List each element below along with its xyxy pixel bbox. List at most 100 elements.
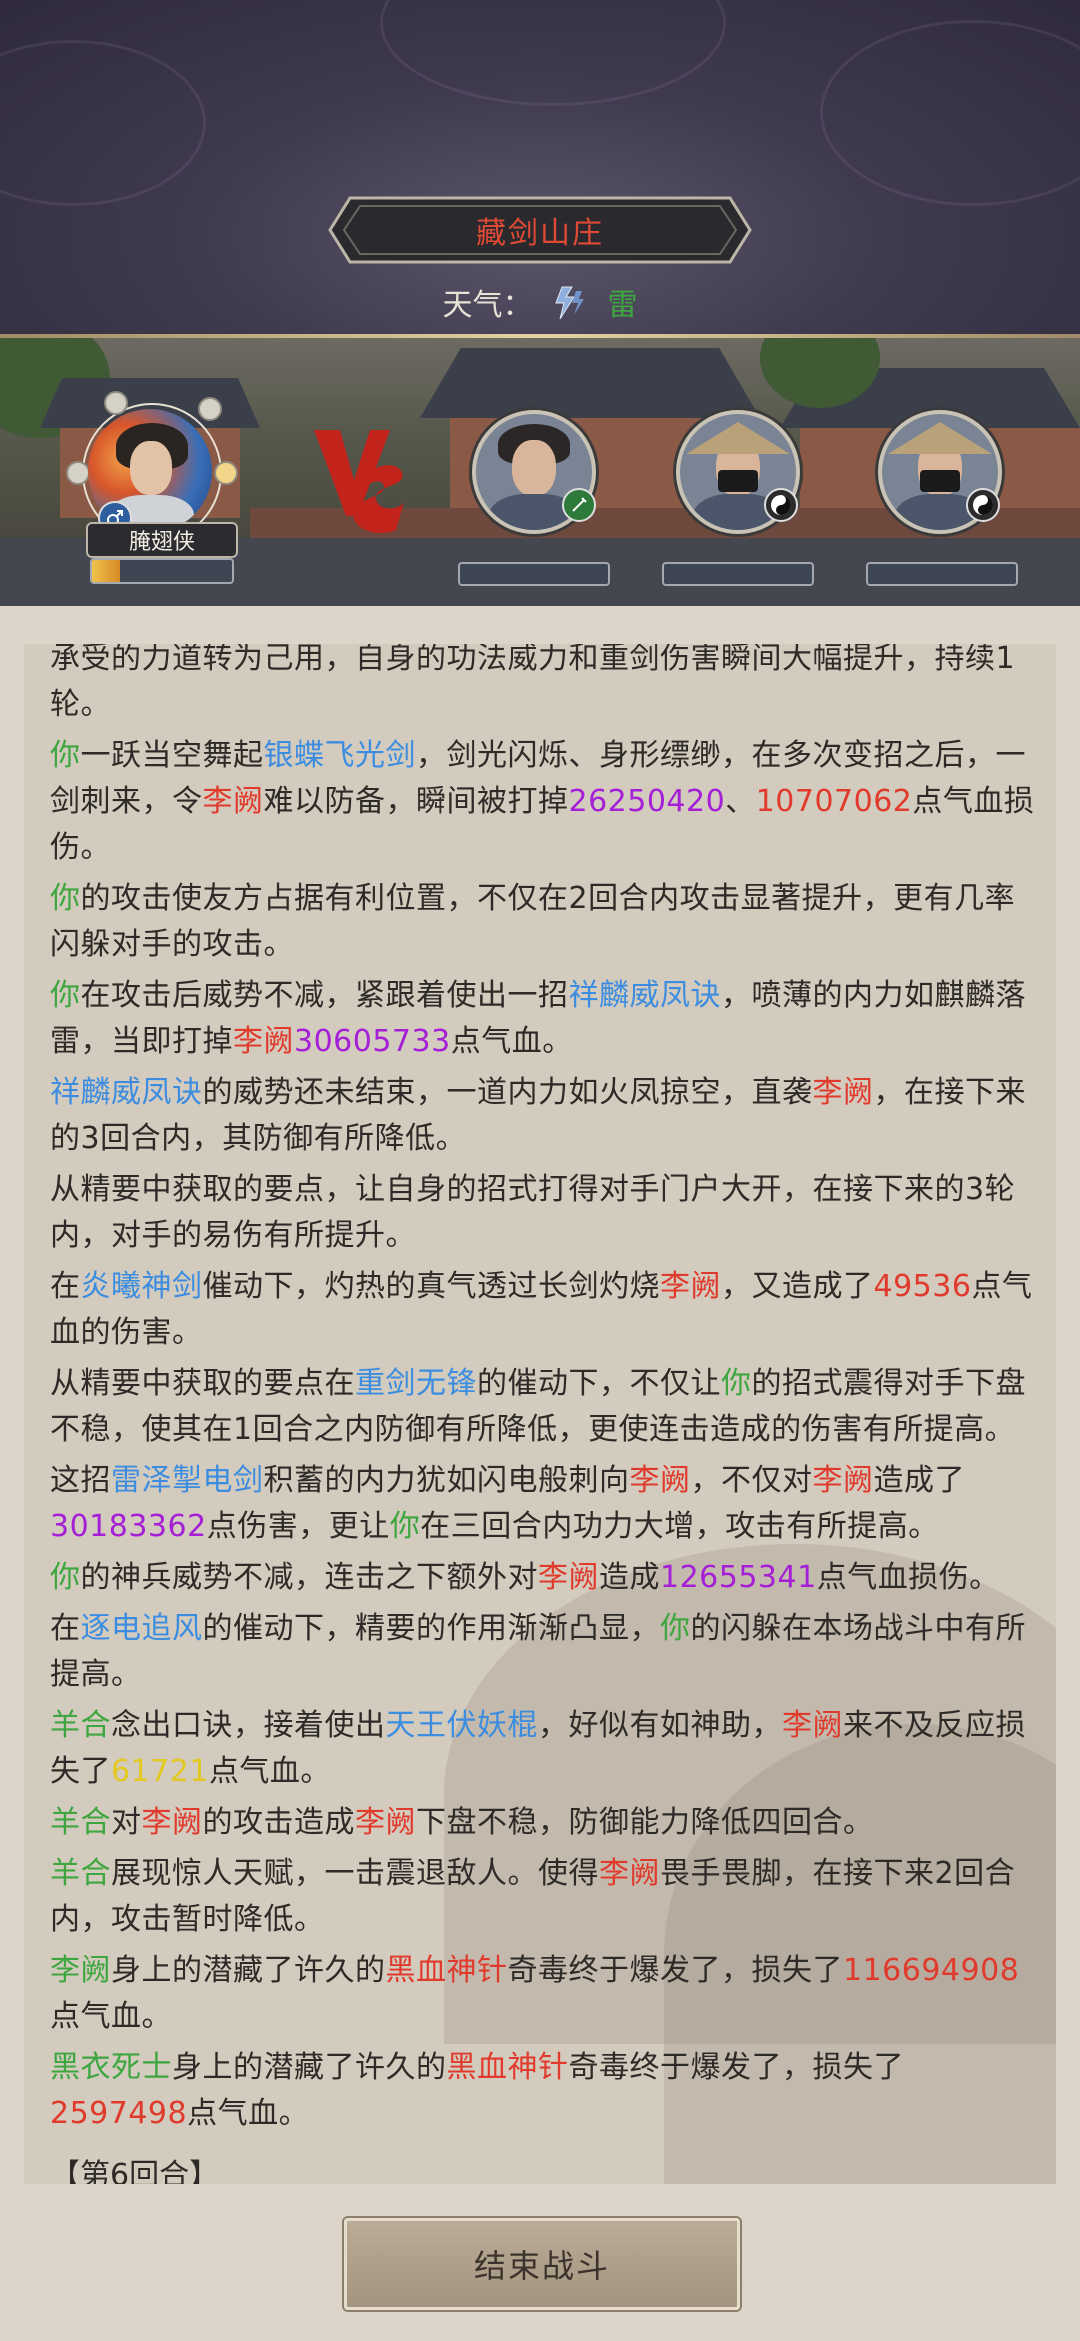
log-segment: 李阙 (141, 1805, 203, 1840)
log-segment: 承受的力道转为己用，自身的功法威力和重剑伤害瞬间大幅提升，持续1轮。 (50, 644, 1016, 722)
location-title-plate: 藏剑山庄 (328, 196, 752, 264)
log-entry: 羊合对李阙的攻击造成李阙下盘不稳，防御能力降低四回合。 (50, 1800, 1040, 1846)
log-segment: 点气血。 (208, 1754, 331, 1789)
log-segment: 61721 (111, 1754, 209, 1789)
log-entry: 羊合念出口诀，接着使出天王伏妖棍，好似有如神助，李阙来不及反应损失了61721点… (50, 1703, 1040, 1795)
log-entry: 你的攻击使友方占据有利位置，不仅在2回合内攻击显著提升，更有几率闪躲对手的攻击。 (50, 876, 1040, 968)
log-entry: 在炎曦神剑催动下，灼热的真气透过长剑灼烧李阙，又造成了49536点气血的伤害。 (50, 1264, 1040, 1356)
log-segment: 下盘不稳，防御能力降低四回合。 (416, 1805, 874, 1840)
log-segment: 李阙 (660, 1269, 721, 1304)
log-segment: 的催动下，精要的作用渐渐凸显， (202, 1611, 660, 1646)
log-segment: 念出口诀，接着使出 (111, 1708, 386, 1743)
log-segment: 炎曦神剑 (80, 1269, 203, 1304)
log-segment: 银蝶飞光剑 (263, 738, 416, 773)
log-segment: 积蓄的内力犹如闪电般刺向 (263, 1463, 630, 1498)
log-segment: ，好似有如神助， (538, 1708, 782, 1743)
log-segment: 、 (725, 784, 756, 819)
location-name: 藏剑山庄 (476, 216, 604, 251)
player-name: 腌翅侠 (86, 522, 238, 558)
battle-header: 藏剑山庄 天气： 雷 (0, 0, 1080, 338)
log-segment: 奇毒终于爆发了，损失了 (568, 2050, 904, 2085)
log-entry: 承受的力道转为己用，自身的功法威力和重剑伤害瞬间大幅提升，持续1轮。 (50, 644, 1040, 728)
log-entry: 你的神兵威势不减，连击之下额外对李阙造成12655341点气血损伤。 (50, 1555, 1040, 1601)
enemy-hp-bar-1 (458, 562, 610, 586)
log-segment: 10707062 (755, 784, 913, 819)
skill-node (198, 397, 222, 421)
log-segment: 重剑无锋 (355, 1366, 477, 1401)
log-segment: 点气血。 (187, 2096, 310, 2131)
log-segment: 祥麟威凤诀 (50, 1075, 203, 1110)
battle-log-panel[interactable]: 承受的力道转为己用，自身的功法威力和重剑伤害瞬间大幅提升，持续1轮。 你一跃当空舞… (24, 644, 1056, 2184)
log-segment: 李阙 (629, 1463, 691, 1498)
weather-value: 雷 (607, 288, 638, 323)
skill-node (214, 461, 238, 485)
log-segment: 催动下，灼热的真气透过长剑灼烧 (202, 1269, 660, 1304)
log-segment: 李阙 (538, 1560, 599, 1595)
log-segment: 在 (50, 1611, 81, 1646)
battle-log-list: 承受的力道转为己用，自身的功法威力和重剑伤害瞬间大幅提升，持续1轮。 你一跃当空舞… (50, 644, 1040, 2184)
log-segment: 在攻击后威势不减，紧跟着使出一招 (80, 978, 569, 1013)
log-entry: 从精要中获取的要点，让自身的招式打得对手门户大开，在接下来的3轮内，对手的易伤有… (50, 1167, 1040, 1259)
log-segment: 点伤害，更让 (206, 1509, 390, 1544)
log-entry: 从精要中获取的要点在重剑无锋的催动下，不仅让你的招式震得对手下盘不稳，使其在1回… (50, 1361, 1040, 1453)
log-entry: 李阙身上的潜藏了许久的黑血神针奇毒终于爆发了，损失了116694908 点气血。 (50, 1948, 1040, 2040)
log-segment: 一跃当空舞起 (80, 738, 264, 773)
vs-emblem (310, 420, 410, 544)
log-segment: 奇毒终于爆发了，损失了 (507, 1953, 843, 1988)
log-segment: 2597498 (50, 2096, 188, 2131)
log-segment: 羊合 (50, 1856, 111, 1891)
skill-node (104, 391, 128, 415)
log-segment: 你 (50, 978, 81, 1013)
log-segment: 从精要中获取的要点在 (50, 1366, 355, 1401)
skill-node (66, 461, 90, 485)
log-segment: 李阙 (355, 1805, 416, 1840)
log-segment: 李阙 (782, 1708, 843, 1743)
log-segment: ，不仅对 (690, 1463, 813, 1498)
log-segment: ，又造成了 (721, 1269, 874, 1304)
log-segment: 的攻击造成 (202, 1805, 355, 1840)
log-segment: 黑血神针 (446, 2050, 569, 2085)
end-battle-button[interactable]: 结束战斗 (344, 2218, 740, 2310)
log-segment: 黑血神针 (385, 1953, 508, 1988)
log-segment: 祥麟威凤诀 (568, 978, 721, 1013)
log-segment: 羊合 (50, 1805, 111, 1840)
log-entry: 你一跃当空舞起银蝶飞光剑，剑光闪烁、身形缥缈，在多次变招之后，一剑刺来，令李阙难… (50, 733, 1040, 871)
enemy-hp-bar-2 (662, 562, 814, 586)
enemy-hp-bar-3 (866, 562, 1018, 586)
log-segment: 你 (721, 1366, 752, 1401)
weather-row: 天气： 雷 (0, 280, 1080, 329)
log-segment: 30183362 (50, 1509, 207, 1544)
log-segment: 49536 (873, 1269, 972, 1304)
log-segment: 逐电追风 (80, 1611, 203, 1646)
log-segment: 李阙 (812, 1463, 874, 1498)
log-segment: 天王伏妖棍 (385, 1708, 538, 1743)
log-segment: 点气血。 (450, 1024, 573, 1059)
log-segment: 12655341 (660, 1560, 817, 1595)
log-segment: 的神兵威势不减，连击之下额外对 (80, 1560, 538, 1595)
log-segment: 李阙 (599, 1856, 660, 1891)
log-segment: 造成了 (873, 1463, 965, 1498)
lightning-icon (552, 285, 588, 329)
log-entry: 在逐电追风的催动下，精要的作用渐渐凸显，你的闪躲在本场战斗中有所提高。 (50, 1606, 1040, 1698)
log-segment: 难以防备，瞬间被打掉 (263, 784, 569, 819)
log-segment: 展现惊人天赋，一击震退敌人。使得 (111, 1856, 599, 1891)
log-segment: 你 (389, 1509, 421, 1544)
log-segment: 李阙 (202, 784, 264, 819)
log-segment: 李阙 (50, 1953, 111, 1988)
log-segment: 从精要中获取的要点，让自身的招式打得对手门户大开，在接下来的3轮内，对手的易伤有… (50, 1172, 1016, 1253)
round-marker: 【第6回合】 (50, 2158, 220, 2184)
cloud-decoration (820, 20, 1080, 206)
log-segment: 黑衣死士 (50, 2050, 172, 2085)
weather-label: 天气： (442, 288, 533, 323)
yin-yang-icon (764, 488, 798, 522)
log-segment: 的催动下，不仅让 (477, 1366, 721, 1401)
log-entry: 羊合展现惊人天赋，一击震退敌人。使得李阙畏手畏脚，在接下来2回合内，攻击暂时降低… (50, 1851, 1040, 1943)
log-segment: 在三回合内功力大增，攻击有所提高。 (420, 1509, 939, 1544)
log-segment: 在 (50, 1269, 81, 1304)
sword-icon (562, 488, 596, 522)
log-segment: 点气血。 (50, 1999, 172, 2034)
log-segment: 点气血损伤。 (816, 1560, 1000, 1595)
log-segment: 你 (660, 1611, 691, 1646)
log-segment: 身上的潜藏了许久的 (111, 1953, 386, 1988)
log-segment: 这招 (50, 1463, 111, 1498)
